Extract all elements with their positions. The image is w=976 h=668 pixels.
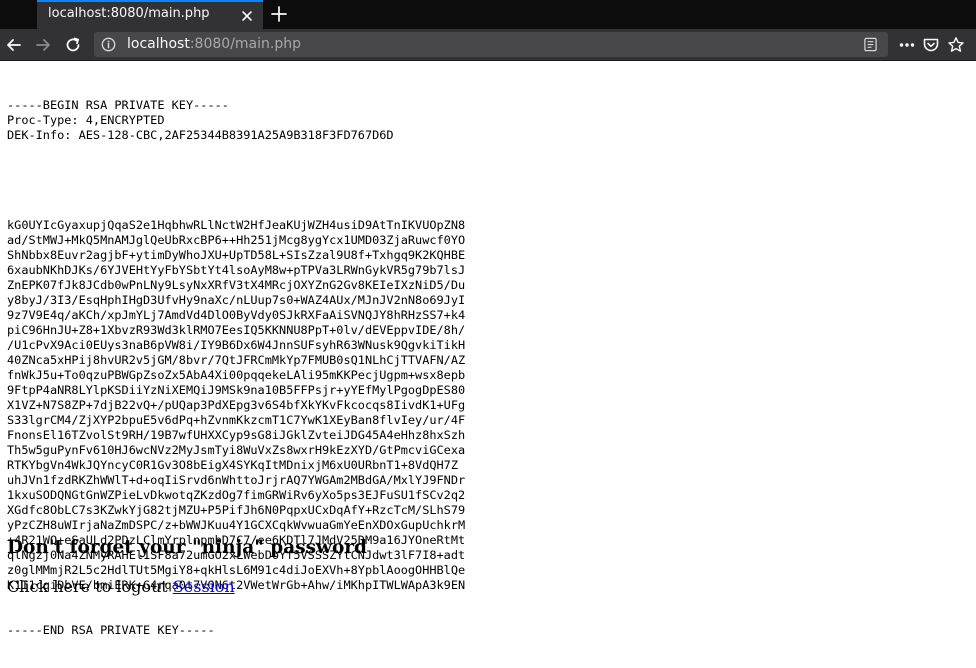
logout-line: Click here to logout Session <box>7 577 235 596</box>
key-body-line: XGdfc8ObLC7s3KZwkYjG82tjMZU+P5PifJh6N0Pq… <box>7 503 466 517</box>
key-body-line: 1kxuSODQNGtGnWZPieLvDkwotqZKzdOg7fimGRWi… <box>7 488 466 502</box>
key-body-line: /U1cPvX9Aci0EUys3naB6pVW8i/IY9B6Dx6W4Jnn… <box>7 338 466 352</box>
plus-icon[interactable] <box>270 5 288 23</box>
key-body-line: 9z7V9E4q/aKCh/xpJmYLj7AmdVd4DlO0ByVdy0SJ… <box>7 308 466 322</box>
reload-icon[interactable] <box>64 36 82 54</box>
more-dots-icon[interactable] <box>898 36 916 54</box>
key-body-line: Th5w5guPynFv610HJ6wcNVz2MyJsmTyi8WuVxZs8… <box>7 443 466 457</box>
key-body-line: 40ZNca5xHPij8hvUR2v5jGM/8bvr/7QtJFRCmMkY… <box>7 353 466 367</box>
tab-bar: localhost:8080/main.php <box>0 0 976 29</box>
navigation-toolbar: localhost:8080/main.php <box>0 29 976 61</box>
key-body-line: ZnEPK07fJk8JCdb0wPnLNy9LsyNxXRfV3tX4MRcj… <box>7 278 466 292</box>
key-body-line: z0glMMmjR2L5c2HdlTUt5MgiY8+qkHlsL6M91c4d… <box>7 563 466 577</box>
key-body-line: kG0UYIcGyaxupjQqaS2e1HqbhwRLlNctW2HfJeaK… <box>7 218 466 232</box>
close-icon[interactable] <box>240 9 254 23</box>
key-body-line: 6xaubNKhDJKs/6YJVEHtYyFbYSbtYt4lsoAyM8w+… <box>7 263 466 277</box>
logout-text: Click here to logout <box>7 577 173 596</box>
key-header-line: Proc-Type: 4,ENCRYPTED <box>7 113 165 127</box>
active-tab[interactable]: localhost:8080/main.php <box>37 0 263 29</box>
address-bar[interactable]: localhost:8080/main.php <box>94 32 888 57</box>
key-body-line: fnWkJ5u+To0qzuPBWGpZsoZx5AbA4Xi00pqqekeL… <box>7 368 466 382</box>
url-host: localhost <box>127 36 190 52</box>
key-header-line: -----BEGIN RSA PRIVATE KEY----- <box>7 98 229 112</box>
key-body-line: piC96HnJU+Z8+1XbvzR93Wd3klRMO7EesIQ5KKNN… <box>7 323 466 337</box>
key-footer-line: -----END RSA PRIVATE KEY----- <box>7 623 215 637</box>
back-arrow-icon[interactable] <box>5 36 23 54</box>
password-reminder-heading: Don't forget your "ninja" password <box>7 537 367 558</box>
key-body-line: ShNbbx8Euvr2agjbF+ytimDyWhoJXU+UpTD58L+S… <box>7 248 466 262</box>
tab-title: localhost:8080/main.php <box>48 6 210 21</box>
key-header-line: DEK-Info: AES-128-CBC,2AF25344B8391A25A9… <box>7 128 394 142</box>
key-body-line: FnonsEl16TZvolSt9RH/19B7wfUHXXCyp9sG8iJG… <box>7 428 466 442</box>
forward-arrow-icon[interactable] <box>34 36 52 54</box>
reader-view-icon[interactable] <box>863 37 878 52</box>
key-body-line: S33lgrCM4/ZjXYP2bpuE5v6dPq+hZvnmKkzcmT1C… <box>7 413 466 427</box>
key-body-line: RTKYbgVn4WkJQYncyC0R1Gv3O8bEigX4SYKqItMD… <box>7 458 459 472</box>
session-link[interactable]: Session <box>173 577 235 596</box>
key-body-line: yPzCZH8uWIrjaNaZmDSPC/z+bWWJKuu4Y1GCXCqk… <box>7 518 466 532</box>
url-path: :8080/main.php <box>189 36 301 52</box>
key-body-line: 9FtpP4aNR8LYlpKSDiiYzNiXEMQiJ9MSk9na10B5… <box>7 383 466 397</box>
key-body-line: y8byJ/3I3/EsqHphIHgD3UfvHy9naXc/nLUup7s0… <box>7 293 466 307</box>
pocket-icon[interactable] <box>922 36 940 54</box>
info-icon[interactable] <box>101 37 116 52</box>
url-text[interactable]: localhost:8080/main.php <box>127 36 301 52</box>
key-body-line: X1VZ+N7S8ZP+7djB22vQ+/pUQap3PdXEpg3v6S4b… <box>7 398 466 412</box>
star-icon[interactable] <box>947 36 965 54</box>
key-body-line: ad/StMWJ+MkQ5MnAMJglQeUbRxcBP6++Hh251jMc… <box>7 233 466 247</box>
key-body-line: uhJVn1fzdRKZhWWlT+d+oqIiSrvd6nWhttoJrjrA… <box>7 473 466 487</box>
